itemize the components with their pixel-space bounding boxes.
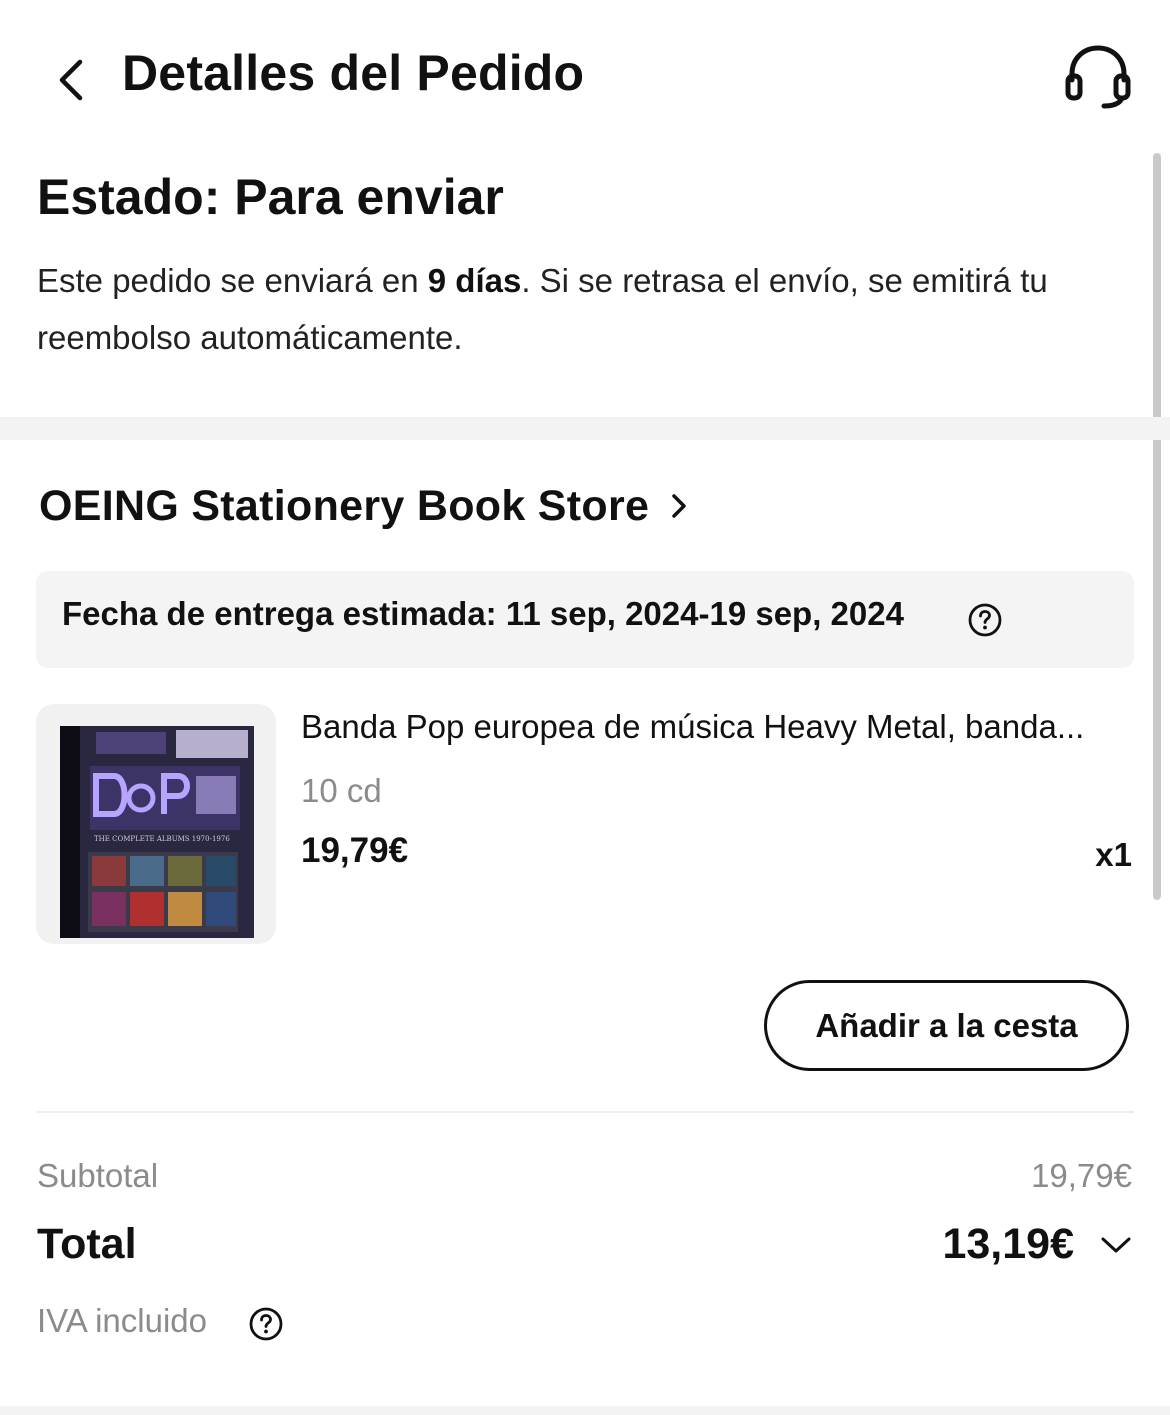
order-status-description: Este pedido se enviará en 9 días. Si se … [37, 252, 1137, 366]
estimated-delivery-panel: Fecha de entrega estimada: 11 sep, 2024-… [36, 571, 1134, 668]
header-bar: Detalles del Pedido [0, 0, 1170, 150]
store-name: OEING Stationery Book Store [39, 481, 650, 530]
back-button[interactable] [48, 48, 98, 108]
product-quantity: x1 [1095, 836, 1132, 873]
product-image[interactable]: THE COMPLETE ALBUMS 1970-1976 [36, 704, 276, 944]
album-caption: THE COMPLETE ALBUMS 1970-1976 [94, 835, 230, 843]
add-to-cart-button[interactable]: Añadir a la cesta [764, 980, 1129, 1071]
scrollbar[interactable] [1153, 153, 1161, 900]
page-title: Detalles del Pedido [122, 45, 585, 101]
chevron-down-icon [1101, 1237, 1131, 1252]
product-name[interactable]: Banda Pop europea de música Heavy Metal,… [301, 708, 1131, 746]
chevron-right-icon [672, 494, 686, 518]
chevron-left-icon [59, 59, 83, 101]
vat-included-label: IVA incluido [37, 1302, 207, 1339]
divider [36, 1111, 1134, 1113]
order-status-title: Estado: Para enviar [37, 169, 504, 225]
status-desc-days: 9 días [427, 262, 522, 299]
customer-support-button[interactable] [1060, 40, 1136, 112]
product-variant: 10 cd [301, 772, 382, 809]
total-label: Total [37, 1220, 137, 1268]
subtotal-label: Subtotal [37, 1157, 159, 1194]
status-desc-text: Este pedido se enviará en [37, 262, 428, 299]
subtotal-value: 19,79€ [1031, 1157, 1132, 1194]
product-price: 19,79€ [301, 831, 409, 870]
album-box-art: THE COMPLETE ALBUMS 1970-1976 [60, 726, 254, 938]
total-value: 13,19€ [942, 1220, 1074, 1268]
question-circle-icon[interactable] [967, 602, 1003, 638]
section-divider-band [0, 417, 1170, 440]
estimated-delivery-text: Fecha de entrega estimada: 11 sep, 2024-… [62, 595, 904, 632]
total-expand-toggle[interactable]: 13,19€ [942, 1220, 1132, 1269]
store-link[interactable]: OEING Stationery Book Store [39, 476, 689, 536]
bottom-divider-band [0, 1406, 1170, 1415]
headset-icon [1065, 45, 1131, 109]
question-circle-icon[interactable] [248, 1306, 284, 1342]
